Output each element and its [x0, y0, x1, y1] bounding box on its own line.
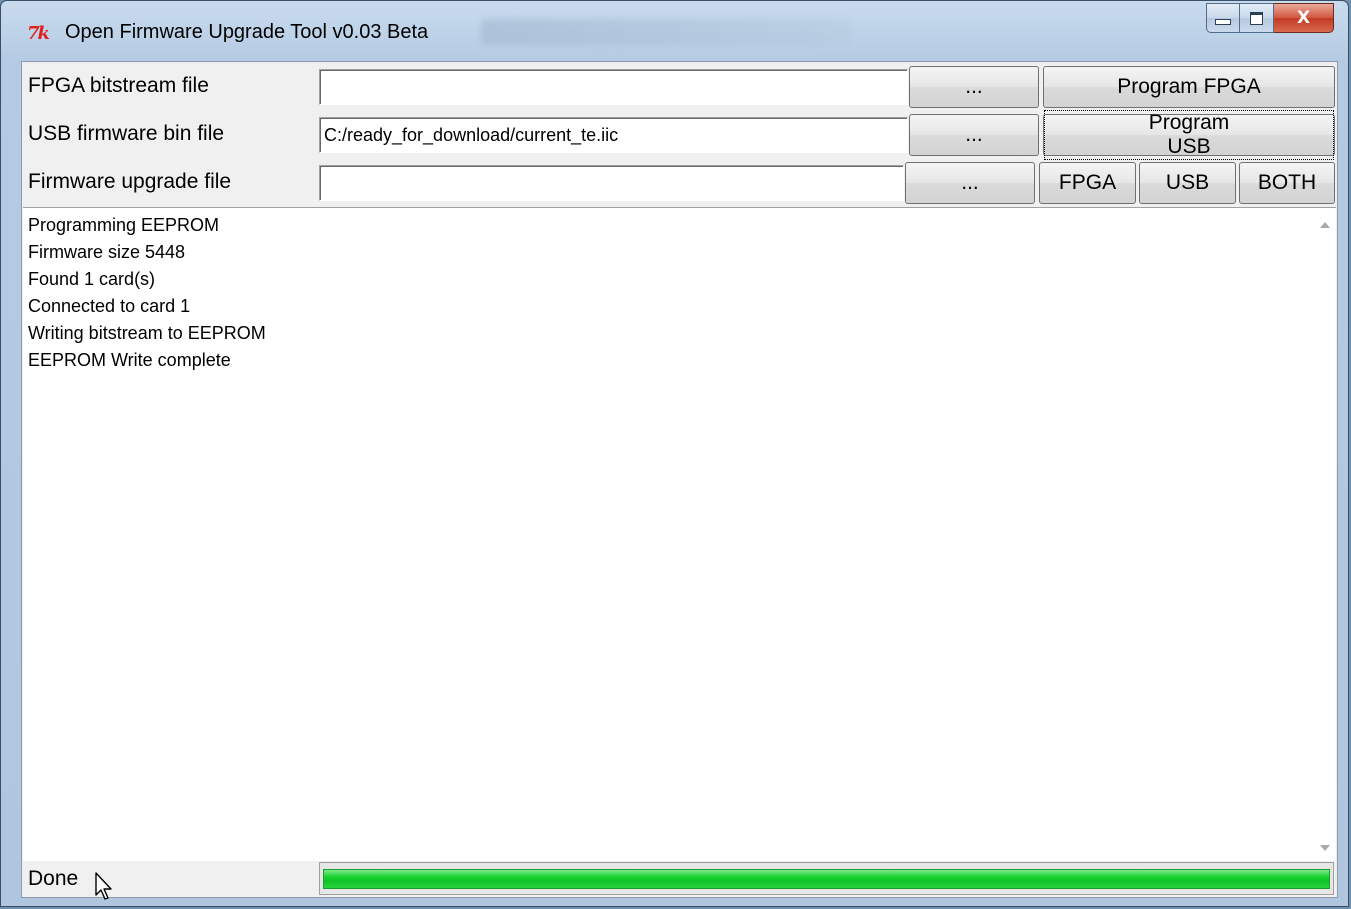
- title-bar[interactable]: 7k Open Firmware Upgrade Tool v0.03 Beta…: [1, 1, 1348, 61]
- usb-firmware-input[interactable]: [319, 117, 908, 153]
- minimize-button[interactable]: [1206, 3, 1240, 33]
- log-line: Writing bitstream to EEPROM: [28, 323, 266, 343]
- program-usb-button[interactable]: Program USB: [1043, 110, 1335, 160]
- scroll-down-arrow-icon[interactable]: [1320, 845, 1330, 851]
- firmware-browse-button[interactable]: ...: [905, 162, 1035, 204]
- log-lines: Programming EEPROM Firmware size 5448 Foun…: [28, 212, 266, 374]
- status-text: Done: [28, 867, 79, 890]
- client-area: FPGA bitstream file ... Program FPGA USB…: [21, 61, 1338, 900]
- upgrade-usb-button[interactable]: USB: [1139, 162, 1236, 204]
- fpga-bitstream-input[interactable]: [319, 69, 908, 105]
- log-line: Connected to card 1: [28, 296, 191, 316]
- minimize-icon: [1215, 19, 1231, 25]
- program-usb-label: Program USB: [1044, 110, 1334, 160]
- firmware-upgrade-input[interactable]: [319, 165, 904, 201]
- tk-feather-icon: 7k: [27, 23, 50, 44]
- progress-bar: [319, 862, 1334, 895]
- log-line: Found 1 card(s): [28, 269, 156, 289]
- program-fpga-button[interactable]: Program FPGA: [1043, 66, 1335, 108]
- progress-bar-fill: [323, 869, 1330, 889]
- log-output[interactable]: Programming EEPROM Firmware size 5448 Foun…: [23, 207, 1336, 861]
- scroll-up-arrow-icon[interactable]: [1320, 222, 1330, 228]
- fpga-browse-button[interactable]: ...: [909, 66, 1039, 108]
- close-icon: X: [1296, 8, 1311, 28]
- firmware-upgrade-label: Firmware upgrade file: [28, 170, 232, 193]
- log-scrollbar[interactable]: [1314, 208, 1336, 861]
- upgrade-fpga-button[interactable]: FPGA: [1039, 162, 1136, 204]
- upgrade-both-button[interactable]: BOTH: [1239, 162, 1335, 204]
- app-window: 7k Open Firmware Upgrade Tool v0.03 Beta…: [0, 0, 1349, 907]
- background-blur: [481, 19, 851, 45]
- usb-browse-button[interactable]: ...: [909, 114, 1039, 156]
- caption-buttons: X: [1206, 3, 1334, 33]
- usb-firmware-label: USB firmware bin file: [28, 122, 225, 145]
- log-line: EEPROM Write complete: [28, 350, 231, 370]
- maximize-icon: [1250, 11, 1263, 25]
- maximize-button[interactable]: [1240, 3, 1274, 33]
- log-line: Firmware size 5448: [28, 242, 186, 262]
- fpga-bitstream-label: FPGA bitstream file: [28, 74, 209, 97]
- mouse-pointer-icon: [95, 872, 112, 900]
- log-line: Programming EEPROM: [28, 215, 220, 235]
- window-title: Open Firmware Upgrade Tool v0.03 Beta: [65, 21, 429, 43]
- close-button[interactable]: X: [1274, 3, 1334, 33]
